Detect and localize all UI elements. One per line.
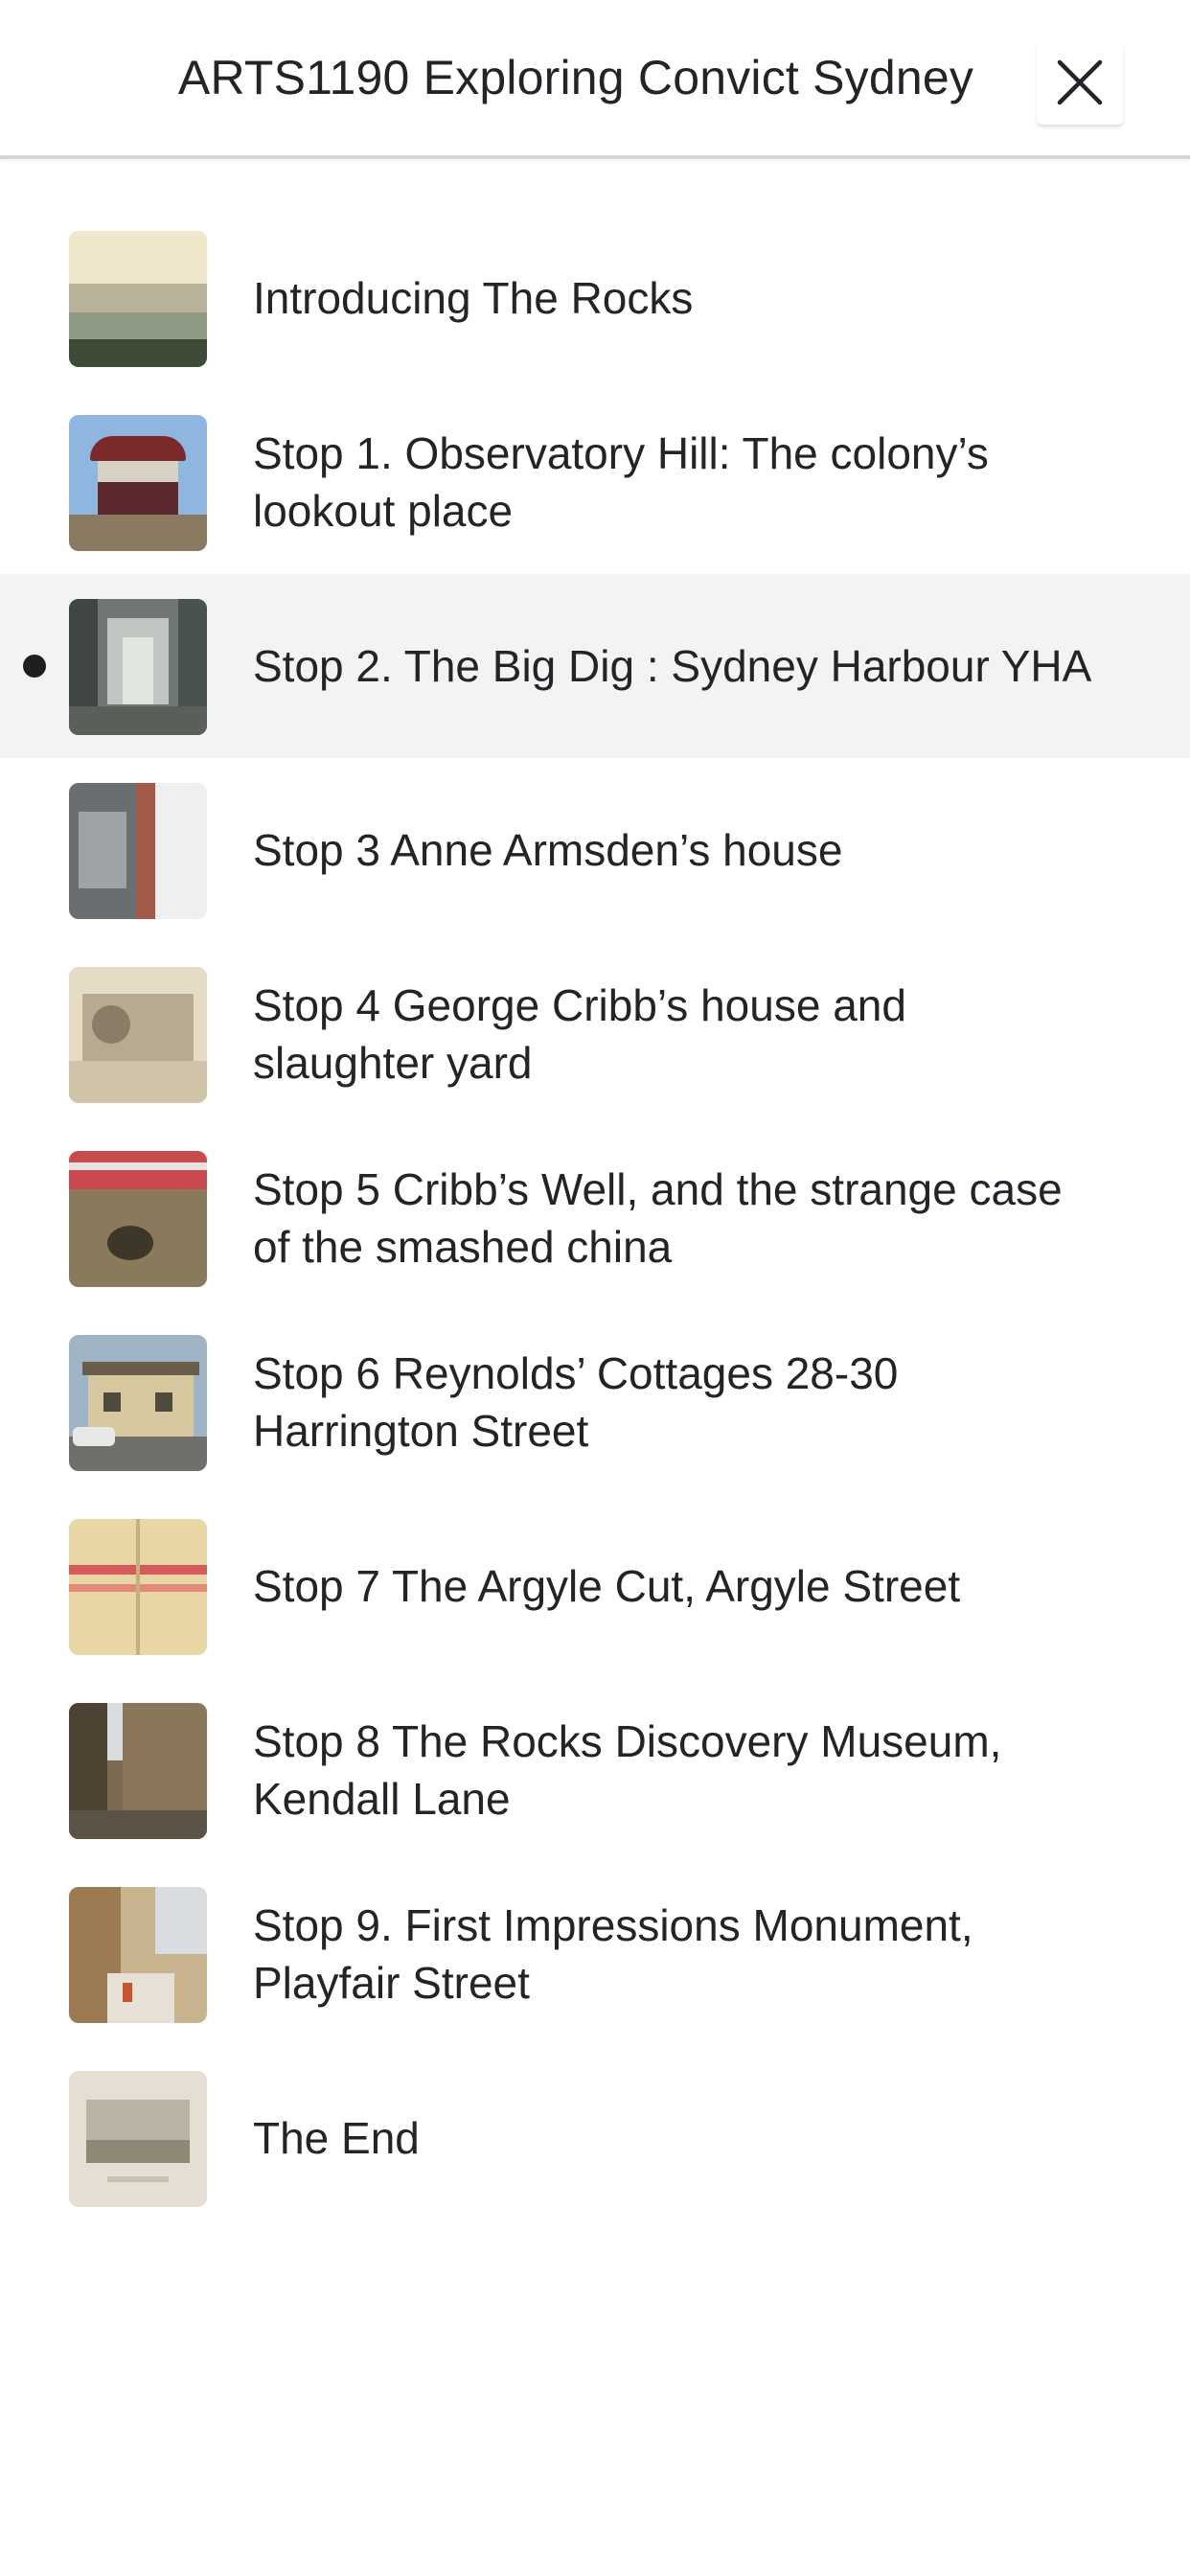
cottages-thumbnail	[69, 1335, 207, 1471]
tour-stop-item[interactable]: Stop 3 Anne Armsden’s house	[0, 758, 1190, 942]
close-button[interactable]	[1037, 40, 1123, 125]
tour-stop-label: Stop 9. First Impressions Monument, Play…	[253, 1900, 973, 2008]
tour-stop-item[interactable]: Stop 7 The Argyle Cut, Argyle Street	[0, 1494, 1190, 1678]
old-sketch-thumbnail	[69, 967, 207, 1103]
tour-stop-list: Introducing The Rocks Stop 1. Observator…	[0, 206, 1190, 2230]
engraving-thumbnail	[69, 2071, 207, 2207]
hostel-interior-thumbnail	[69, 599, 207, 735]
harbour-painting-thumbnail	[69, 231, 207, 367]
tour-stop-label: Introducing The Rocks	[253, 273, 694, 323]
tour-stop-label: The End	[253, 2113, 420, 2163]
tour-stop-label: Stop 5 Cribb’s Well, and the strange cas…	[253, 1164, 1063, 1272]
tour-stop-item[interactable]: Stop 5 Cribb’s Well, and the strange cas…	[0, 1126, 1190, 1310]
tour-stop-item[interactable]: The End	[0, 2046, 1190, 2230]
rotunda-thumbnail	[69, 415, 207, 551]
current-stop-indicator	[23, 655, 46, 678]
tour-stop-item[interactable]: Stop 4 George Cribb’s house and slaughte…	[0, 942, 1190, 1126]
tour-stop-item-active[interactable]: Stop 2. The Big Dig : Sydney Harbour YHA	[0, 574, 1190, 758]
tour-stop-label: Stop 6 Reynolds’ Cottages 28-30 Harringt…	[253, 1348, 899, 1456]
building-glass-thumbnail	[69, 783, 207, 919]
tour-stop-label: Stop 2. The Big Dig : Sydney Harbour YHA	[253, 641, 1092, 691]
laneway-thumbnail	[69, 1703, 207, 1839]
tour-stop-item[interactable]: Introducing The Rocks	[0, 206, 1190, 390]
tour-stop-item[interactable]: Stop 8 The Rocks Discovery Museum, Kenda…	[0, 1678, 1190, 1862]
tour-stop-label: Stop 4 George Cribb’s house and slaughte…	[253, 980, 906, 1088]
old-map-thumbnail	[69, 1519, 207, 1655]
tour-stop-label: Stop 8 The Rocks Discovery Museum, Kenda…	[253, 1716, 1002, 1824]
page-title: ARTS1190 Exploring Convict Sydney	[177, 51, 974, 104]
tour-stop-label: Stop 1. Observatory Hill: The colony’s l…	[253, 428, 989, 536]
excavated-well-thumbnail	[69, 1151, 207, 1287]
monument-thumbnail	[69, 1887, 207, 2023]
close-icon	[1057, 59, 1103, 105]
tour-stop-item[interactable]: Stop 6 Reynolds’ Cottages 28-30 Harringt…	[0, 1310, 1190, 1494]
tour-stop-label: Stop 7 The Argyle Cut, Argyle Street	[253, 1561, 961, 1611]
top-bar: ARTS1190 Exploring Convict Sydney	[0, 0, 1190, 159]
tour-stop-item[interactable]: Stop 9. First Impressions Monument, Play…	[0, 1862, 1190, 2046]
tour-stop-item[interactable]: Stop 1. Observatory Hill: The colony’s l…	[0, 390, 1190, 574]
tour-stop-label: Stop 3 Anne Armsden’s house	[253, 825, 843, 875]
